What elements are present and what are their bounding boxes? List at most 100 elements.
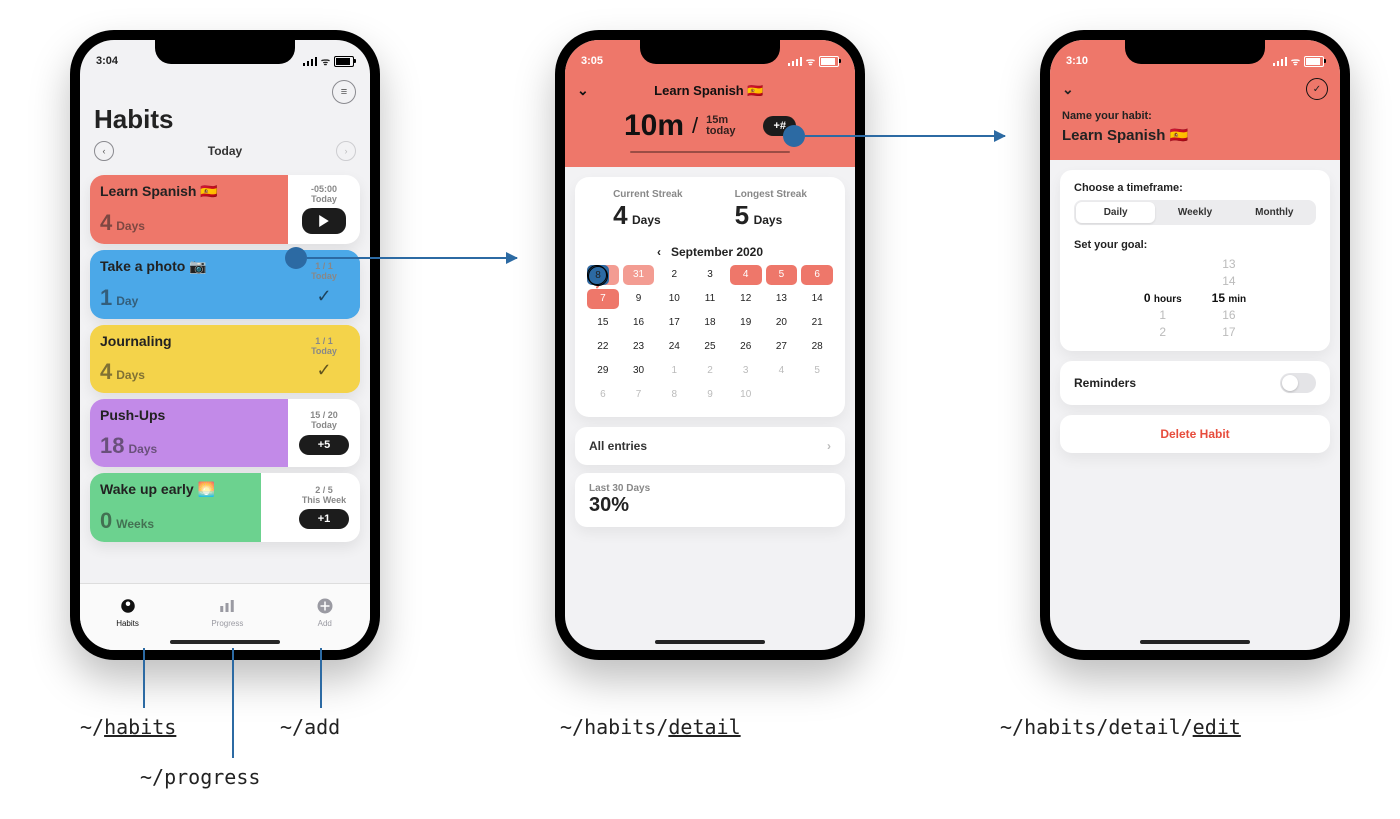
calendar-day[interactable]: 6 [587,385,619,405]
streak-stat: Current Streak4 Days [613,189,682,231]
calendar-day[interactable]: 28 [801,337,833,357]
calendar-day[interactable]: 8 [658,385,690,405]
status-time: 3:04 [96,55,118,67]
home-indicator [170,640,280,644]
streak-count: 18 [100,433,124,459]
calendar-day[interactable]: 3 [730,361,762,381]
calendar-day[interactable]: 9 [623,289,655,309]
calendar-day[interactable]: 9 [694,385,726,405]
calendar-day[interactable]: 25 [694,337,726,357]
habit-card[interactable]: Push-Ups18Days15 / 20Today+5 [90,399,360,467]
habit-card[interactable]: Learn Spanish 🇪🇸4Days-05:00Today [90,175,360,244]
calendar-day[interactable]: 10 [658,289,690,309]
calendar-day[interactable]: 16 [623,313,655,333]
prev-day-button[interactable]: ‹ [94,141,114,161]
calendar-day[interactable]: 29 [587,361,619,381]
increment-button[interactable]: +5 [299,435,349,455]
calendar-day[interactable]: 7 [623,385,655,405]
prev-month-button[interactable]: ‹ [657,245,661,259]
segment-monthly[interactable]: Monthly [1235,202,1314,223]
habit-card[interactable]: Wake up early 🌅0Weeks2 / 5This Week+1 [90,473,360,542]
habit-name: Push-Ups [100,407,278,423]
next-day-button[interactable]: › [336,141,356,161]
habit-title: Learn Spanish 🇪🇸 [654,83,763,99]
streak-label: Longest Streak [735,189,807,200]
calendar-day[interactable]: 12 [730,289,762,309]
time-goal: 15mtoday [706,115,735,137]
name-field[interactable]: Learn Spanish 🇪🇸 [1062,126,1328,144]
play-button[interactable] [302,208,346,234]
calendar-day[interactable]: 17 [658,313,690,333]
habit-list: Learn Spanish 🇪🇸4Days-05:00TodayTake a p… [80,175,370,542]
route-conn-habits [143,648,145,708]
calendar-day[interactable]: 7 [587,289,619,309]
calendar-day[interactable]: 31 [623,265,655,285]
battery-icon [334,56,354,67]
tab-label: Habits [116,619,139,628]
calendar-day[interactable]: 2 [694,361,726,381]
calendar-day[interactable]: 11 [694,289,726,309]
calendar-day[interactable]: 26 [730,337,762,357]
battery-icon [819,56,839,67]
settings-button[interactable]: ≡ [332,80,356,104]
tab-label: Progress [211,619,243,628]
battery-icon [1304,56,1324,67]
calendar-day[interactable]: 23 [623,337,655,357]
calendar-day[interactable]: 13 [766,289,798,309]
minutes-column[interactable]: 13 14 15 min 16 17 [1212,257,1246,339]
goal-picker[interactable]: . . 0 hours 1 2 13 14 15 min 16 17 [1074,257,1316,339]
timeframe-section: Choose a timeframe: DailyWeeklyMonthly S… [1060,170,1330,351]
tab-label: Add [318,619,332,628]
route-habits: ~/habits [80,715,176,739]
calendar-day[interactable]: 18 [694,313,726,333]
route-edit: ~/habits/detail/edit [1000,715,1241,739]
calendar-day[interactable]: 6 [801,265,833,285]
calendar-day[interactable]: 5 [766,265,798,285]
streak-u: Days [754,213,783,227]
calendar-day[interactable]: 1 [658,361,690,381]
habit-card[interactable]: Take a photo 📷1Day1 / 1Today✓ [90,250,360,319]
increment-button[interactable]: +1 [299,509,349,529]
check-icon: ✓ [316,360,331,381]
calendar-day[interactable]: 30 [623,361,655,381]
streak-unit: Days [128,442,157,456]
calendar-day[interactable]: 27 [766,337,798,357]
calendar-day[interactable]: 22 [587,337,619,357]
tab-progress[interactable]: Progress [211,597,243,628]
habit-card[interactable]: Journaling4Days1 / 1Today✓ [90,325,360,393]
tab-habits[interactable]: Habits [116,597,139,628]
route-add: ~/add [280,715,340,739]
dismiss-sheet-button[interactable]: ⌄ [577,82,589,99]
calendar-day[interactable]: 4 [730,265,762,285]
reminders-toggle[interactable] [1280,373,1316,393]
calendar-day[interactable]: 10 [730,385,762,405]
hours-column[interactable]: . . 0 hours 1 2 [1144,257,1182,339]
calendar-day[interactable]: 19 [730,313,762,333]
calendar-day[interactable]: 5 [801,361,833,381]
delete-habit-button[interactable]: Delete Habit [1060,415,1330,453]
progress-icon [218,597,236,617]
month-label: September 2020 [671,245,763,259]
calendar-day[interactable]: 4 [766,361,798,381]
page-title: Habits [80,104,370,139]
reminders-row[interactable]: Reminders [1060,361,1330,405]
phone-habits-list: 3:04 ᯤ ≡ Habits ‹ Today › Learn Spanish … [70,30,380,660]
calendar-day[interactable]: 14 [801,289,833,309]
calendar-day[interactable]: 8 [587,265,607,285]
calendar-day[interactable]: 20 [766,313,798,333]
signal-icon [788,57,802,66]
segment-daily[interactable]: Daily [1076,202,1155,223]
tab-add[interactable]: Add [316,597,334,628]
calendar-day[interactable]: 21 [801,313,833,333]
segment-weekly[interactable]: Weekly [1155,202,1234,223]
status-time: 3:05 [581,55,603,67]
calendar-day[interactable]: 3 [694,265,726,285]
calendar-day[interactable]: 24 [658,337,690,357]
calendar-day[interactable]: 15 [587,313,619,333]
chevron-right-icon: › [827,439,831,453]
confirm-button[interactable]: ✓ [1306,78,1328,100]
timeframe-segmented[interactable]: DailyWeeklyMonthly [1074,200,1316,225]
all-entries-row[interactable]: All entries › [575,427,845,465]
calendar-day[interactable]: 2 [658,265,690,285]
dismiss-sheet-button[interactable]: ⌄ [1062,81,1074,98]
